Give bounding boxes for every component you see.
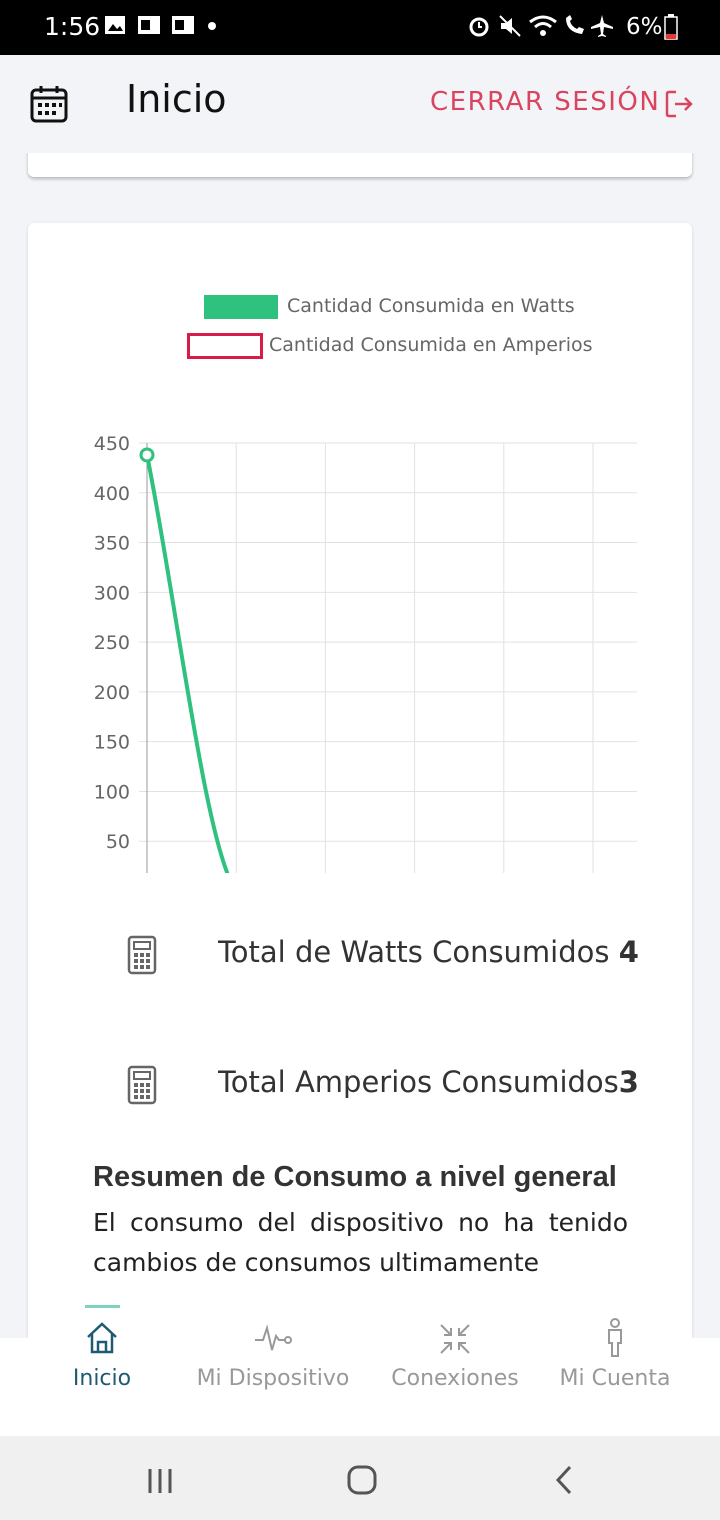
- logout-button[interactable]: CERRAR SESIÓN: [430, 87, 660, 117]
- total-watts-label: Total de Watts Consumidos: [218, 935, 610, 969]
- bottom-navigation: Inicio Mi Dispositivo Conexiones Mi Cuen…: [0, 1318, 720, 1436]
- gallery-icon: [105, 16, 125, 34]
- consumption-card: Cantidad Consumida en Watts Cantidad Con…: [28, 223, 692, 1338]
- nav-active-indicator: [85, 1305, 120, 1308]
- battery-percentage: 6%: [626, 14, 663, 40]
- y-tick-label: 150: [94, 732, 130, 754]
- airplane-icon: [591, 15, 613, 37]
- nav-item-inicio[interactable]: Inicio: [52, 1322, 152, 1436]
- data-point-watts: [139, 447, 155, 463]
- content-area[interactable]: Cantidad Consumida en Watts Cantidad Con…: [0, 153, 720, 1338]
- outlook-icon: [138, 16, 160, 34]
- alarm-icon: [469, 17, 489, 37]
- system-navigation-bar: [0, 1436, 720, 1520]
- mute-icon: [499, 15, 521, 37]
- y-tick-label: 200: [94, 682, 130, 704]
- arrows-inward-icon: [440, 1324, 470, 1354]
- heartbeat-icon: [255, 1324, 292, 1351]
- nav-label-mi-dispositivo: Mi Dispositivo: [196, 1366, 350, 1391]
- recent-apps-icon[interactable]: [146, 1466, 176, 1496]
- back-icon[interactable]: [552, 1464, 576, 1496]
- summary-body: El consumo del dispositivo no ha tenido …: [93, 1208, 628, 1277]
- total-watts-row: Total de Watts Consumidos 438: [218, 933, 638, 977]
- y-tick-label: 100: [94, 781, 130, 803]
- exit-icon[interactable]: [664, 89, 694, 119]
- person-icon: [608, 1318, 622, 1357]
- nav-item-conexiones[interactable]: Conexiones: [380, 1324, 530, 1436]
- wifi-icon: [529, 15, 557, 36]
- status-bar: 1:56 6%: [0, 0, 720, 55]
- total-amps-row: Total Amperios Consumidos3.9: [218, 1063, 638, 1107]
- y-tick-label: 350: [94, 533, 130, 555]
- home-icon: [87, 1322, 117, 1354]
- outlook-icon-2: [172, 16, 194, 34]
- legend-label-watts: Cantidad Consumida en Watts: [287, 295, 575, 317]
- wifi-call-icon: [566, 15, 584, 34]
- nav-item-mi-cuenta[interactable]: Mi Cuenta: [550, 1318, 680, 1436]
- series-line-watts: [145, 454, 230, 873]
- total-amps-value: 3.9: [618, 1065, 638, 1099]
- previous-card: [28, 153, 692, 177]
- nav-label-inicio: Inicio: [72, 1366, 132, 1391]
- consumption-chart: 050100150200250300350400450LunesMartesMi…: [94, 433, 637, 873]
- status-time: 1:56: [44, 12, 101, 41]
- y-tick-label: 450: [94, 433, 130, 455]
- nav-item-mi-dispositivo[interactable]: Mi Dispositivo: [188, 1324, 358, 1436]
- y-tick-label: 400: [94, 483, 130, 505]
- calendar-icon[interactable]: [30, 85, 68, 123]
- y-tick-label: 250: [94, 632, 130, 654]
- nav-label-conexiones: Conexiones: [391, 1366, 519, 1391]
- y-tick-label: 50: [106, 831, 130, 853]
- nav-label-mi-cuenta: Mi Cuenta: [559, 1366, 671, 1391]
- total-watts-value: 438: [618, 935, 638, 969]
- calculator-icon: [127, 935, 157, 975]
- y-tick-label: 300: [94, 582, 130, 604]
- calculator-icon-2: [127, 1065, 157, 1105]
- dot-icon: [208, 22, 216, 30]
- home-button-icon[interactable]: [346, 1464, 378, 1496]
- summary-title: Resumen de Consumo a nivel general: [93, 1161, 617, 1193]
- legend-swatch-watts: [204, 295, 278, 319]
- app-bar: Inicio CERRAR SESIÓN: [0, 55, 720, 153]
- battery-icon: [664, 14, 678, 40]
- total-amps-label: Total Amperios Consumidos: [218, 1065, 619, 1099]
- page-title: Inicio: [126, 77, 227, 121]
